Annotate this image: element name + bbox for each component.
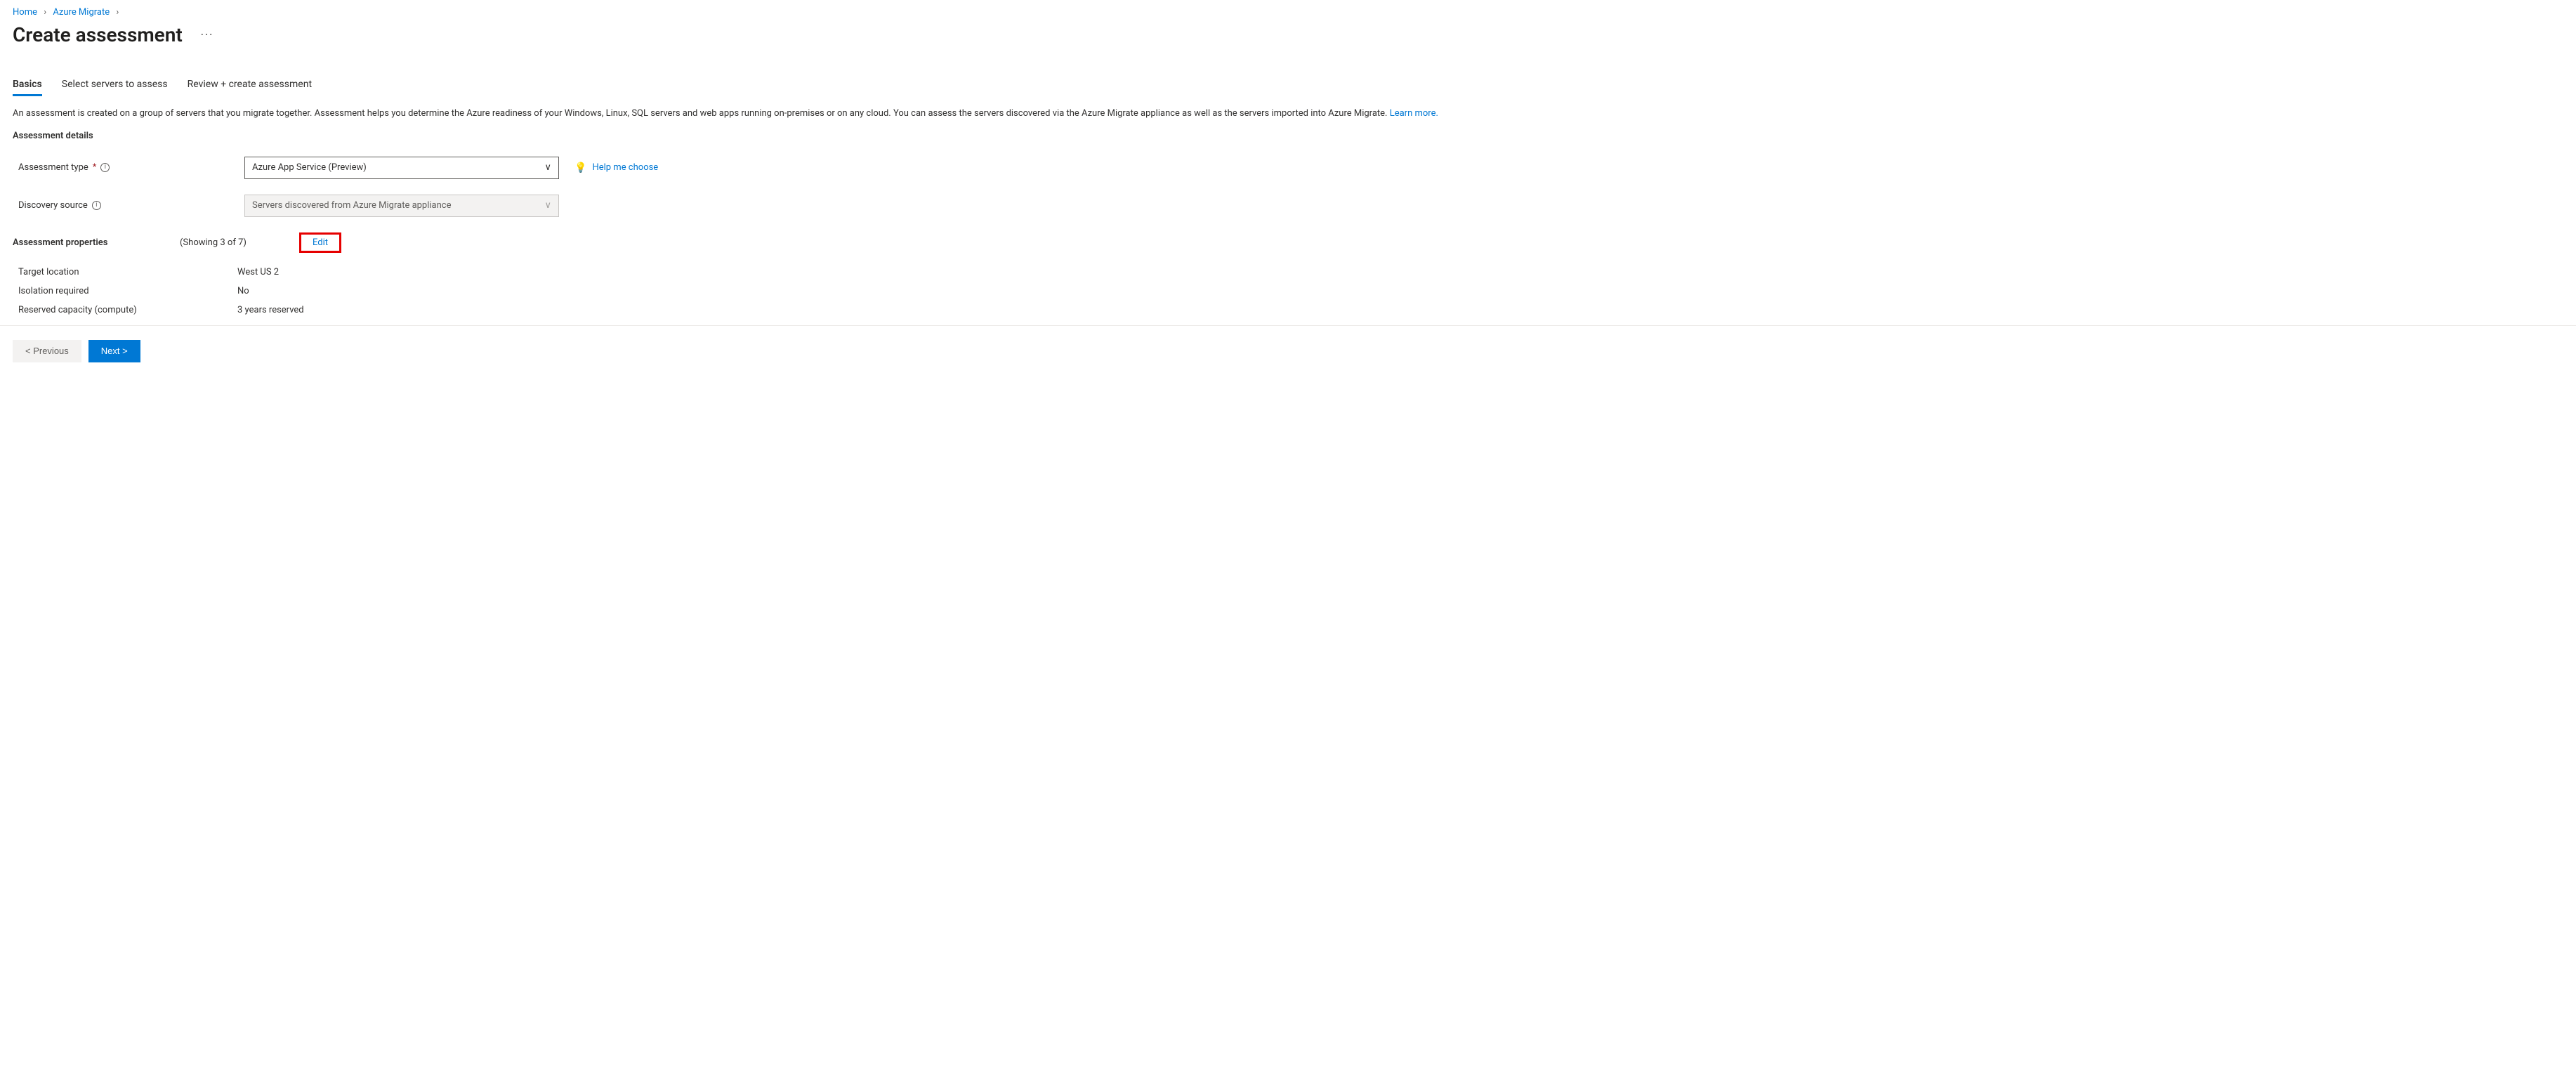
discovery-source-label: Discovery source i — [13, 200, 244, 211]
tab-review-create[interactable]: Review + create assessment — [188, 79, 312, 96]
breadcrumb-azure-migrate[interactable]: Azure Migrate — [53, 7, 110, 18]
page-root: Home › Azure Migrate › Create assessment… — [0, 0, 2576, 375]
previous-button[interactable]: < Previous — [13, 340, 81, 362]
property-row: Isolation required No — [13, 286, 2563, 296]
property-key: Isolation required — [13, 286, 237, 296]
lightbulb-icon: 💡 — [574, 162, 586, 173]
help-me-choose-link[interactable]: Help me choose — [592, 162, 658, 173]
section-assessment-details: Assessment details — [13, 131, 2563, 141]
breadcrumb: Home › Azure Migrate › — [13, 4, 2563, 19]
tab-basics[interactable]: Basics — [13, 79, 42, 96]
properties-list: Target location West US 2 Isolation requ… — [13, 267, 2563, 315]
intro-body: An assessment is created on a group of s… — [13, 108, 1390, 119]
properties-showing-count: (Showing 3 of 7) — [180, 237, 299, 248]
discovery-source-label-text: Discovery source — [18, 200, 88, 211]
property-value: West US 2 — [237, 267, 279, 277]
breadcrumb-home[interactable]: Home — [13, 7, 37, 18]
property-value: 3 years reserved — [237, 305, 304, 315]
chevron-down-icon: ∨ — [544, 162, 551, 173]
field-discovery-source: Discovery source i Servers discovered fr… — [13, 195, 2563, 217]
discovery-source-value: Servers discovered from Azure Migrate ap… — [252, 200, 452, 211]
more-actions-icon[interactable]: ··· — [198, 25, 217, 44]
intro-text: An assessment is created on a group of s… — [13, 107, 2563, 121]
info-icon[interactable]: i — [92, 201, 101, 210]
property-row: Reserved capacity (compute) 3 years rese… — [13, 305, 2563, 315]
edit-highlight-box: Edit — [299, 232, 341, 253]
footer: < Previous Next > — [13, 340, 2563, 362]
required-asterisk: * — [93, 162, 97, 173]
assessment-type-label-text: Assessment type — [18, 162, 88, 173]
assessment-type-label: Assessment type * i — [13, 162, 244, 173]
title-row: Create assessment ··· — [13, 23, 2563, 46]
property-row: Target location West US 2 — [13, 267, 2563, 277]
divider — [0, 325, 2576, 326]
edit-link[interactable]: Edit — [313, 237, 328, 248]
chevron-down-icon: ∨ — [544, 200, 551, 211]
tabs: Basics Select servers to assess Review +… — [13, 79, 2563, 96]
learn-more-link[interactable]: Learn more. — [1390, 108, 1438, 119]
discovery-source-select: Servers discovered from Azure Migrate ap… — [244, 195, 559, 217]
property-value: No — [237, 286, 249, 296]
help-me-choose: 💡 Help me choose — [559, 162, 658, 173]
chevron-right-icon: › — [44, 7, 46, 18]
field-assessment-type: Assessment type * i Azure App Service (P… — [13, 157, 2563, 179]
info-icon[interactable]: i — [100, 163, 110, 172]
assessment-properties-header: Assessment properties (Showing 3 of 7) E… — [13, 232, 2563, 253]
chevron-right-icon: › — [116, 7, 119, 18]
page-title: Create assessment — [13, 23, 183, 46]
property-key: Target location — [13, 267, 237, 277]
property-key: Reserved capacity (compute) — [13, 305, 237, 315]
section-assessment-properties: Assessment properties — [13, 237, 180, 248]
assessment-type-value: Azure App Service (Preview) — [252, 162, 367, 173]
next-button[interactable]: Next > — [88, 340, 140, 362]
assessment-type-select[interactable]: Azure App Service (Preview) ∨ — [244, 157, 559, 179]
tab-select-servers[interactable]: Select servers to assess — [62, 79, 168, 96]
